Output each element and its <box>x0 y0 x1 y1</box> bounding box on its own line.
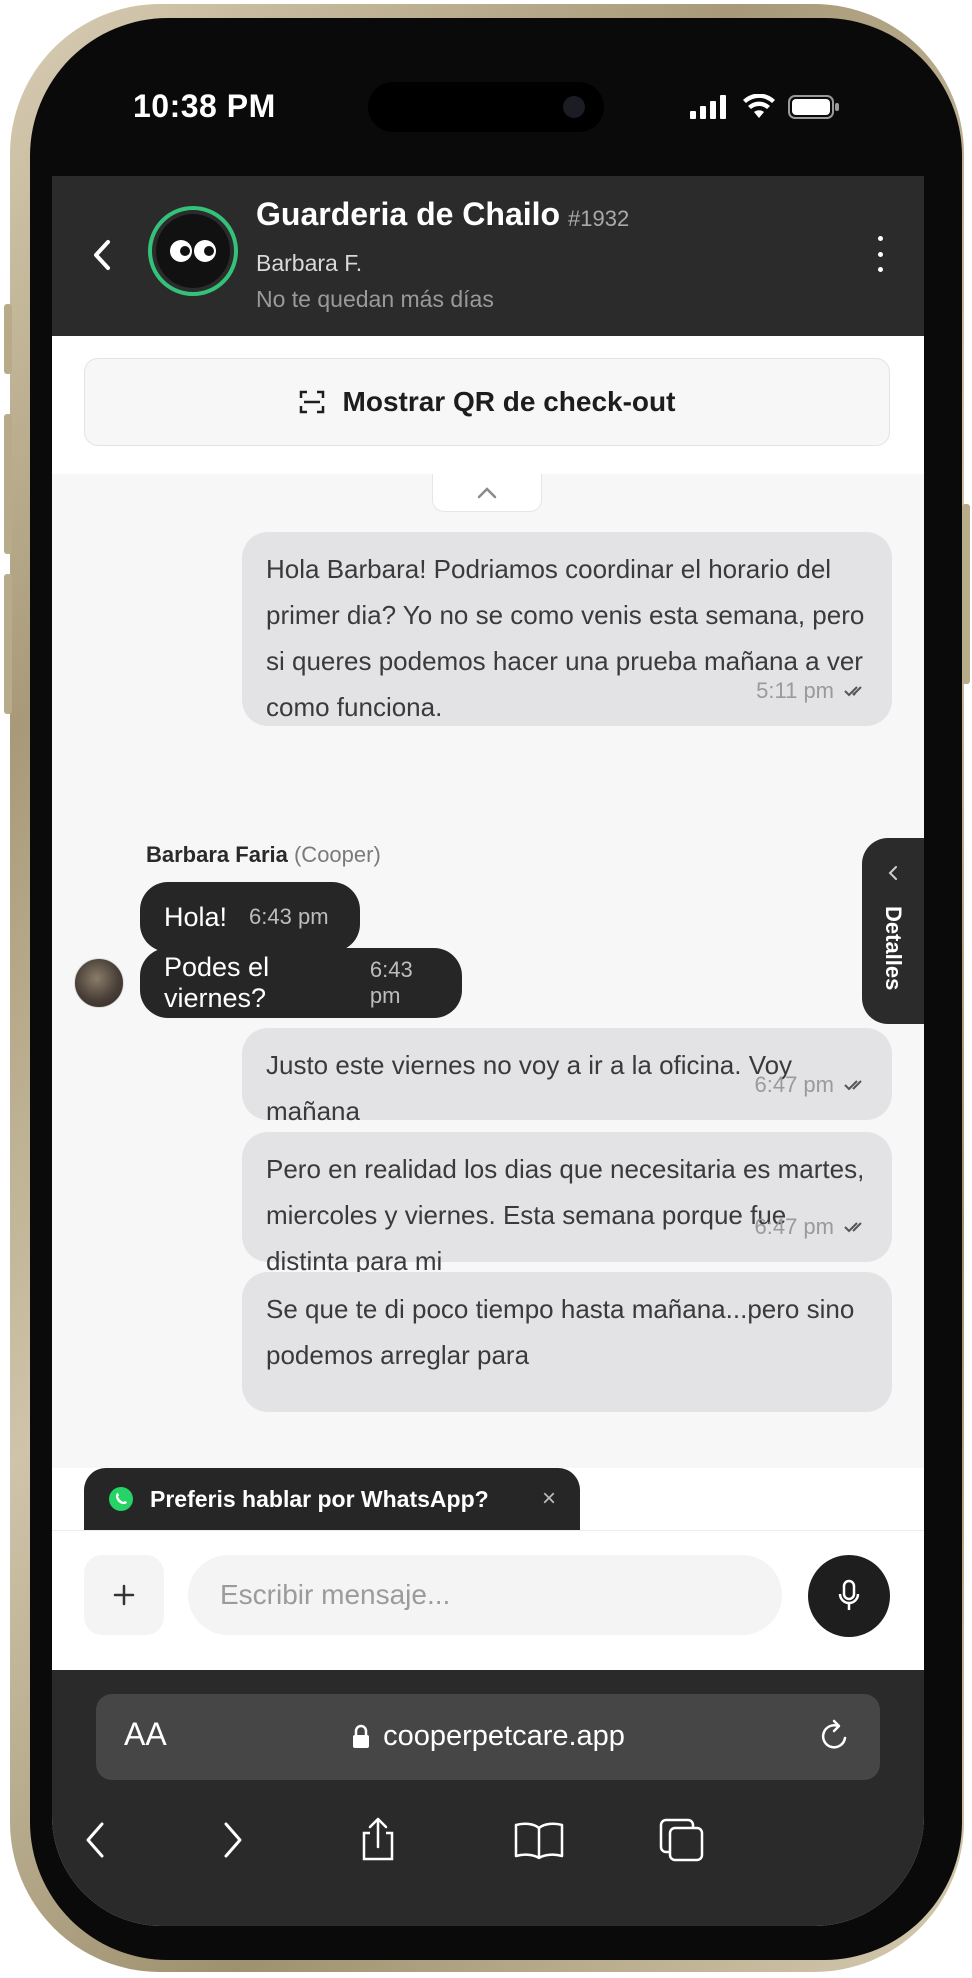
chevron-right-icon <box>224 1822 242 1858</box>
sender-avatar[interactable] <box>74 958 124 1008</box>
sender-pet-tag: (Cooper) <box>293 842 381 867</box>
action-button <box>4 304 12 374</box>
eyes-logo-icon <box>170 240 216 262</box>
sender-name: Barbara Faria <box>146 842 288 867</box>
double-check-icon <box>844 1080 862 1091</box>
chat-header: Guarderia de Chailo #1932 Barbara F. No … <box>52 176 924 336</box>
message-time: 6:47 pm <box>754 1214 835 1239</box>
status-time: 10:38 PM <box>133 88 276 124</box>
lock-icon <box>353 1724 370 1748</box>
battery-icon <box>788 95 839 119</box>
tabs-icon <box>659 1818 704 1862</box>
whatsapp-icon <box>109 1487 133 1511</box>
details-tab[interactable]: Detalles <box>862 838 924 1024</box>
bookmarks-button[interactable] <box>504 1810 574 1870</box>
signal-icon <box>690 95 726 119</box>
whatsapp-banner[interactable]: Preferis hablar por WhatsApp? × <box>84 1468 580 1530</box>
attach-button[interactable] <box>84 1555 164 1635</box>
plus-icon <box>113 1584 135 1606</box>
message-bubble-incoming[interactable]: Hola! 6:43 pm <box>140 882 360 952</box>
status-icons <box>690 94 840 120</box>
url-text: cooperpetcare.app <box>383 1720 625 1752</box>
message-text: Podes el viernes? <box>164 952 270 1013</box>
back-button[interactable] <box>88 238 118 272</box>
microphone-icon <box>838 1579 860 1610</box>
share-icon <box>362 1817 394 1861</box>
message-bubble-incoming[interactable]: Podes el viernes? 6:43 pm <box>140 948 462 1018</box>
browser-toolbar: AA cooperpetcare.app <box>52 1670 924 1926</box>
double-check-icon <box>844 686 862 697</box>
share-button[interactable] <box>348 1810 408 1870</box>
chevron-left-icon <box>94 240 110 270</box>
message-bubble-outgoing[interactable]: Pero en realidad los dias que necesitari… <box>242 1132 892 1276</box>
close-icon[interactable]: × <box>542 1485 556 1513</box>
message-time: 6:47 pm <box>754 1072 835 1097</box>
business-name: Guarderia de Chailo <box>256 196 561 232</box>
book-icon <box>514 1822 564 1860</box>
message-time: 6:43 pm <box>249 904 329 929</box>
qr-section: Mostrar QR de check-out <box>52 336 924 475</box>
volume-down-button <box>4 574 12 714</box>
voice-message-button[interactable] <box>808 1555 890 1637</box>
sender-label: Barbara Faria (Cooper) <box>146 842 381 868</box>
more-dot-icon <box>877 236 883 241</box>
whatsapp-banner-text: Preferis hablar por WhatsApp? <box>150 1485 489 1512</box>
details-label: Detalles <box>881 906 906 991</box>
browser-nav <box>52 1810 924 1890</box>
message-input[interactable]: Escribir mensaje... <box>188 1555 782 1635</box>
message-bubble-outgoing[interactable]: Hola Barbara! Podriamos coordinar el hor… <box>242 532 892 726</box>
message-time: 6:43 pm <box>369 957 413 1008</box>
business-avatar[interactable] <box>148 206 238 296</box>
message-bubble-outgoing[interactable]: Justo este viernes no voy a ir a la ofic… <box>242 1028 892 1126</box>
volume-up-button <box>4 414 12 554</box>
client-subtitle: No te quedan más días <box>256 286 494 312</box>
chevron-left-icon <box>888 866 897 880</box>
message-composer: Escribir mensaje... <box>52 1530 924 1671</box>
camera-icon <box>563 96 585 118</box>
address-bar[interactable]: AA cooperpetcare.app <box>96 1694 880 1780</box>
app-screen: Guarderia de Chailo #1932 Barbara F. No … <box>52 176 924 1926</box>
collapse-toggle[interactable] <box>432 474 542 512</box>
message-text: Hola! <box>164 901 228 932</box>
message-time: 5:11 pm <box>756 678 834 703</box>
wifi-icon <box>743 94 775 118</box>
qr-scan-icon <box>299 390 324 414</box>
browser-forward-button[interactable] <box>202 1810 262 1870</box>
more-dot-icon <box>877 267 883 272</box>
message-text: Se que te di poco tiempo hasta mañana...… <box>266 1294 855 1370</box>
chevron-left-icon <box>86 1822 104 1858</box>
chevron-up-icon <box>477 486 497 498</box>
more-options-button[interactable] <box>868 232 892 276</box>
qr-button-label: Mostrar QR de check-out <box>342 386 676 417</box>
business-id: #1932 <box>568 206 630 231</box>
client-name: Barbara F. <box>256 250 363 276</box>
browser-back-button[interactable] <box>66 1810 126 1870</box>
chat-messages[interactable]: Hola Barbara! Podriamos coordinar el hor… <box>52 474 924 1468</box>
message-bubble-outgoing[interactable]: Se que te di poco tiempo hasta mañana...… <box>242 1272 892 1412</box>
double-check-icon <box>844 1222 862 1233</box>
power-button <box>962 504 970 684</box>
reload-button[interactable] <box>818 1718 852 1759</box>
reload-icon <box>821 1719 847 1749</box>
show-checkout-qr-button[interactable]: Mostrar QR de check-out <box>84 358 890 446</box>
more-dot-icon <box>877 251 883 257</box>
tabs-button[interactable] <box>652 1810 712 1870</box>
